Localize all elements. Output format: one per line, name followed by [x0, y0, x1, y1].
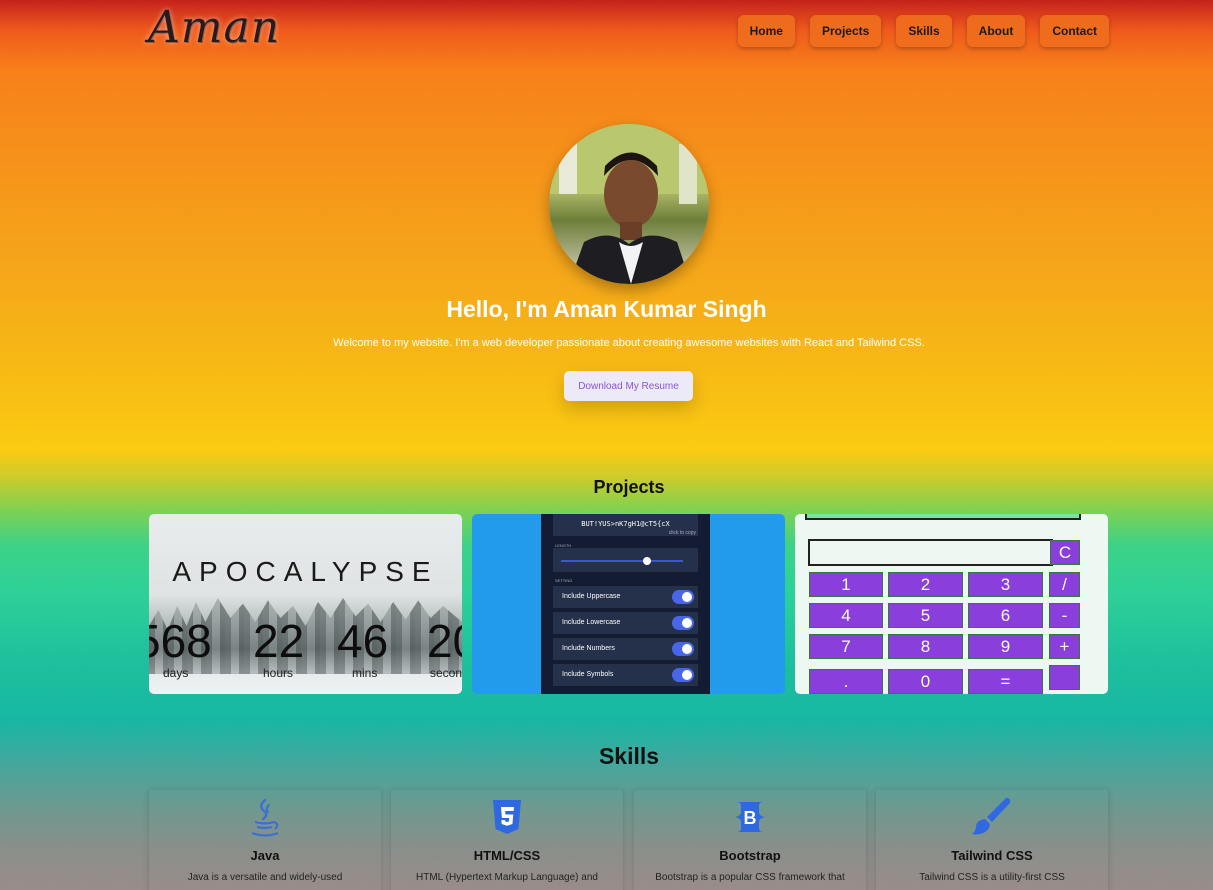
calc-key[interactable]: 7 — [809, 634, 883, 659]
toggle-uppercase[interactable] — [672, 590, 694, 604]
java-icon — [251, 798, 279, 837]
project-card-password-generator[interactable]: BUT!YUS>nK7gH1@cT5{cX click to copy LENG… — [472, 514, 785, 694]
slider-knob[interactable] — [643, 557, 651, 565]
calc-key[interactable]: / — [1049, 572, 1080, 597]
skill-description: Bootstrap is a popular CSS framework tha… — [655, 872, 845, 883]
days-counter: 568 — [149, 615, 212, 667]
days-label: days — [163, 666, 189, 680]
option-symbols: Include Symbols — [553, 664, 698, 686]
option-uppercase: Include Uppercase — [553, 586, 698, 608]
nav-links: Home Projects Skills About Contact — [737, 15, 1109, 47]
mins-label: mins — [352, 666, 378, 680]
option-label: Include Numbers — [562, 645, 615, 652]
skills-title: Skills — [598, 743, 660, 769]
option-numbers: Include Numbers — [553, 638, 698, 660]
seconds-label: seconds — [430, 666, 462, 680]
skill-card-html-css: HTML/CSS HTML (Hypertext Markup Language… — [390, 790, 624, 890]
calc-key[interactable]: + — [1049, 634, 1080, 659]
toggle-symbols[interactable] — [672, 668, 694, 682]
nav-about[interactable]: About — [966, 15, 1026, 47]
calc-key[interactable]: 5 — [888, 603, 963, 628]
slider-track — [561, 560, 683, 562]
calculator-display — [808, 539, 1053, 566]
skill-name: HTML/CSS — [473, 848, 541, 863]
calc-key[interactable]: 1 — [809, 572, 883, 597]
hero-subtitle: Welcome to my website. I'm a web develop… — [333, 337, 925, 349]
toggle-numbers[interactable] — [672, 642, 694, 656]
calc-key[interactable]: 3 — [968, 572, 1043, 597]
project-card-apocalypse[interactable]: APOCALYPSE 568 22 46 20 days hours mins … — [149, 514, 462, 694]
mins-counter: 46 — [337, 615, 389, 667]
skill-description: HTML (Hypertext Markup Language) and — [416, 872, 598, 883]
projects-title: Projects — [593, 477, 665, 497]
calc-key[interactable]: 6 — [968, 603, 1043, 628]
option-lowercase: Include Lowercase — [553, 612, 698, 634]
skill-name: Bootstrap — [719, 848, 781, 863]
skill-name: Tailwind CSS — [951, 848, 1033, 863]
hours-counter: 22 — [253, 615, 305, 667]
nav-projects[interactable]: Projects — [809, 15, 882, 47]
skill-description: Java is a versatile and widely-used — [187, 872, 343, 883]
calc-key-clear[interactable]: C — [1050, 540, 1080, 565]
option-label: Include Uppercase — [562, 593, 621, 600]
copy-hint: click to copy — [668, 530, 696, 536]
nav-home[interactable]: Home — [737, 15, 795, 47]
bootstrap-icon: B — [735, 802, 765, 832]
skill-card-bootstrap: B Bootstrap Bootstrap is a popular CSS f… — [633, 790, 867, 890]
apocalypse-title: APOCALYPSE — [172, 556, 439, 587]
calc-key[interactable]: 0 — [888, 669, 963, 694]
calc-key[interactable]: 8 — [888, 634, 963, 659]
setting-label: SETTING — [555, 578, 573, 583]
logo[interactable]: Aman — [148, 2, 280, 53]
calc-key[interactable]: = — [968, 669, 1043, 694]
calc-key[interactable]: 9 — [968, 634, 1043, 659]
calc-key[interactable]: 2 — [888, 572, 963, 597]
calc-key[interactable]: - — [1049, 603, 1080, 628]
hero-title: Hello, I'm Aman Kumar Singh — [446, 296, 767, 322]
skill-card-tailwind: Tailwind CSS Tailwind CSS is a utility-f… — [875, 790, 1109, 890]
calc-key[interactable]: 4 — [809, 603, 883, 628]
length-slider[interactable] — [553, 548, 698, 572]
password-panel: BUT!YUS>nK7gH1@cT5{cX click to copy LENG… — [541, 514, 710, 694]
option-label: Include Symbols — [562, 671, 614, 678]
skill-card-java: Java Java is a versatile and widely-used — [148, 790, 382, 890]
profile-photo — [549, 124, 709, 284]
calc-key[interactable] — [1049, 665, 1080, 690]
paintbrush-icon — [972, 797, 1011, 835]
project-card-calculator[interactable]: C 1 2 3 / 4 5 6 - 7 8 9 + . 0 = — [795, 514, 1108, 694]
calc-key[interactable]: . — [809, 669, 883, 694]
hours-label: hours — [263, 666, 294, 680]
svg-text:B: B — [744, 808, 757, 828]
option-label: Include Lowercase — [562, 619, 621, 626]
calculator-header — [805, 514, 1081, 520]
download-resume-button[interactable]: Download My Resume — [564, 371, 693, 401]
profile-avatar — [549, 124, 709, 284]
skill-description: Tailwind CSS is a utility-first CSS — [919, 872, 1065, 883]
toggle-lowercase[interactable] — [672, 616, 694, 630]
seconds-counter: 20 — [427, 615, 462, 667]
skill-name: Java — [250, 848, 280, 863]
navbar: Aman Home Projects Skills About Contact — [0, 0, 1213, 70]
nav-skills[interactable]: Skills — [896, 15, 952, 47]
html5-icon — [493, 800, 521, 834]
nav-contact[interactable]: Contact — [1040, 15, 1109, 47]
